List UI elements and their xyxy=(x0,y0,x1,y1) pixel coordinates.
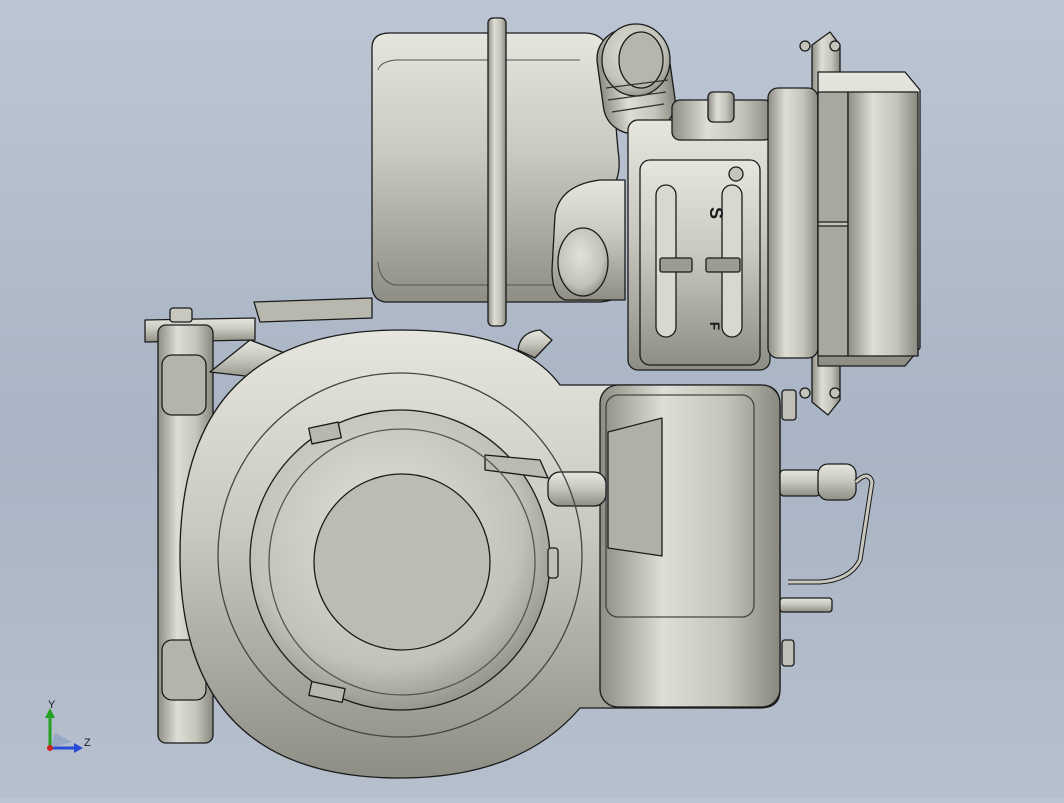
y-axis-label: Y xyxy=(48,699,56,711)
engine-model: S F Y Z xyxy=(45,17,921,779)
slider-label-s: S xyxy=(706,207,726,219)
side-inlet xyxy=(607,417,663,557)
throttle-housing: S F xyxy=(627,91,773,371)
tank-strap xyxy=(487,17,507,327)
fuel-line xyxy=(779,389,875,667)
orientation-triad: Y Z xyxy=(45,699,91,753)
throttle-lever-left xyxy=(659,257,693,273)
air-cleaner xyxy=(767,31,921,416)
x-axis-dot xyxy=(47,745,53,751)
speed-knob-icon xyxy=(728,166,744,182)
throttle-lever-right xyxy=(705,257,741,273)
starter-hub xyxy=(313,473,491,651)
cad-viewport[interactable]: S F Y Z xyxy=(0,0,1064,798)
blower-housing xyxy=(179,329,781,779)
slider-label-f: F xyxy=(707,322,723,331)
z-axis-label: Z xyxy=(84,737,91,749)
fuel-tank xyxy=(371,17,626,327)
